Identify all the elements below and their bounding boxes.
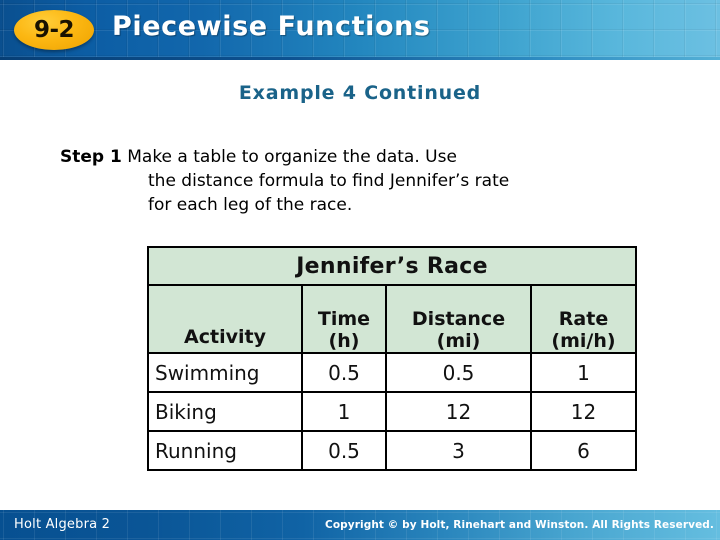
column-header-time: Time (h) <box>301 284 387 354</box>
race-data-table: Jennifer’s Race Activity Time (h) Distan… <box>147 246 637 471</box>
column-header-time-line2: (h) <box>328 330 360 352</box>
column-header-time-line1: Time <box>317 308 371 330</box>
cell-activity: Biking <box>147 391 303 432</box>
race-data-table-wrapper: Jennifer’s Race Activity Time (h) Distan… <box>147 246 637 471</box>
column-header-distance-line1: Distance <box>411 308 506 330</box>
cell-time: 1 <box>301 391 387 432</box>
slide-header-bar: 9-2 Piecewise Functions <box>0 0 720 60</box>
step-instruction-block: Step 1 Make a table to organize the data… <box>60 145 680 217</box>
table-row: Biking 1 12 12 <box>147 391 637 432</box>
step-text-line-3: for each leg of the race. <box>148 195 353 215</box>
column-header-activity: Activity <box>147 284 303 354</box>
footer-copyright: Copyright © by Holt, Rinehart and Winsto… <box>325 519 714 531</box>
table-row: Running 0.5 3 6 <box>147 430 637 471</box>
cell-activity: Running <box>147 430 303 471</box>
column-header-rate-line1: Rate <box>558 308 609 330</box>
slide-footer-bar: Holt Algebra 2 Copyright © by Holt, Rine… <box>0 510 720 540</box>
table-row: Swimming 0.5 0.5 1 <box>147 352 637 393</box>
cell-rate: 12 <box>530 391 637 432</box>
column-header-distance-line2: (mi) <box>436 330 481 352</box>
cell-activity: Swimming <box>147 352 303 393</box>
cell-distance: 0.5 <box>385 352 532 393</box>
column-header-activity-line2: Activity <box>184 326 266 348</box>
page-title: Piecewise Functions <box>112 11 431 42</box>
step-line-1: Step 1 Make a table to organize the data… <box>60 145 680 169</box>
table-header-row: Activity Time (h) Distance (mi) Rate (mi… <box>147 284 637 354</box>
lesson-number-badge: 9-2 <box>14 10 94 50</box>
column-header-rate: Rate (mi/h) <box>530 284 637 354</box>
cell-time: 0.5 <box>301 352 387 393</box>
example-heading: Example 4 Continued <box>238 82 482 104</box>
cell-distance: 3 <box>385 430 532 471</box>
cell-distance: 12 <box>385 391 532 432</box>
step-text-line-2: the distance formula to find Jennifer’s … <box>148 171 510 191</box>
step-text-line-1: Make a table to organize the data. Use <box>127 147 457 167</box>
footer-book-title: Holt Algebra 2 <box>14 517 111 532</box>
column-header-distance: Distance (mi) <box>385 284 532 354</box>
table-title-cell: Jennifer’s Race <box>147 246 637 286</box>
table-title-row: Jennifer’s Race <box>147 246 637 286</box>
cell-rate: 6 <box>530 430 637 471</box>
column-header-rate-line2: (mi/h) <box>551 330 616 352</box>
lesson-number-label: 9-2 <box>33 16 75 43</box>
cell-time: 0.5 <box>301 430 387 471</box>
slide-content-area: Example 4 Continued Step 1 Make a table … <box>0 60 720 510</box>
step-label: Step 1 <box>60 147 122 167</box>
cell-rate: 1 <box>530 352 637 393</box>
